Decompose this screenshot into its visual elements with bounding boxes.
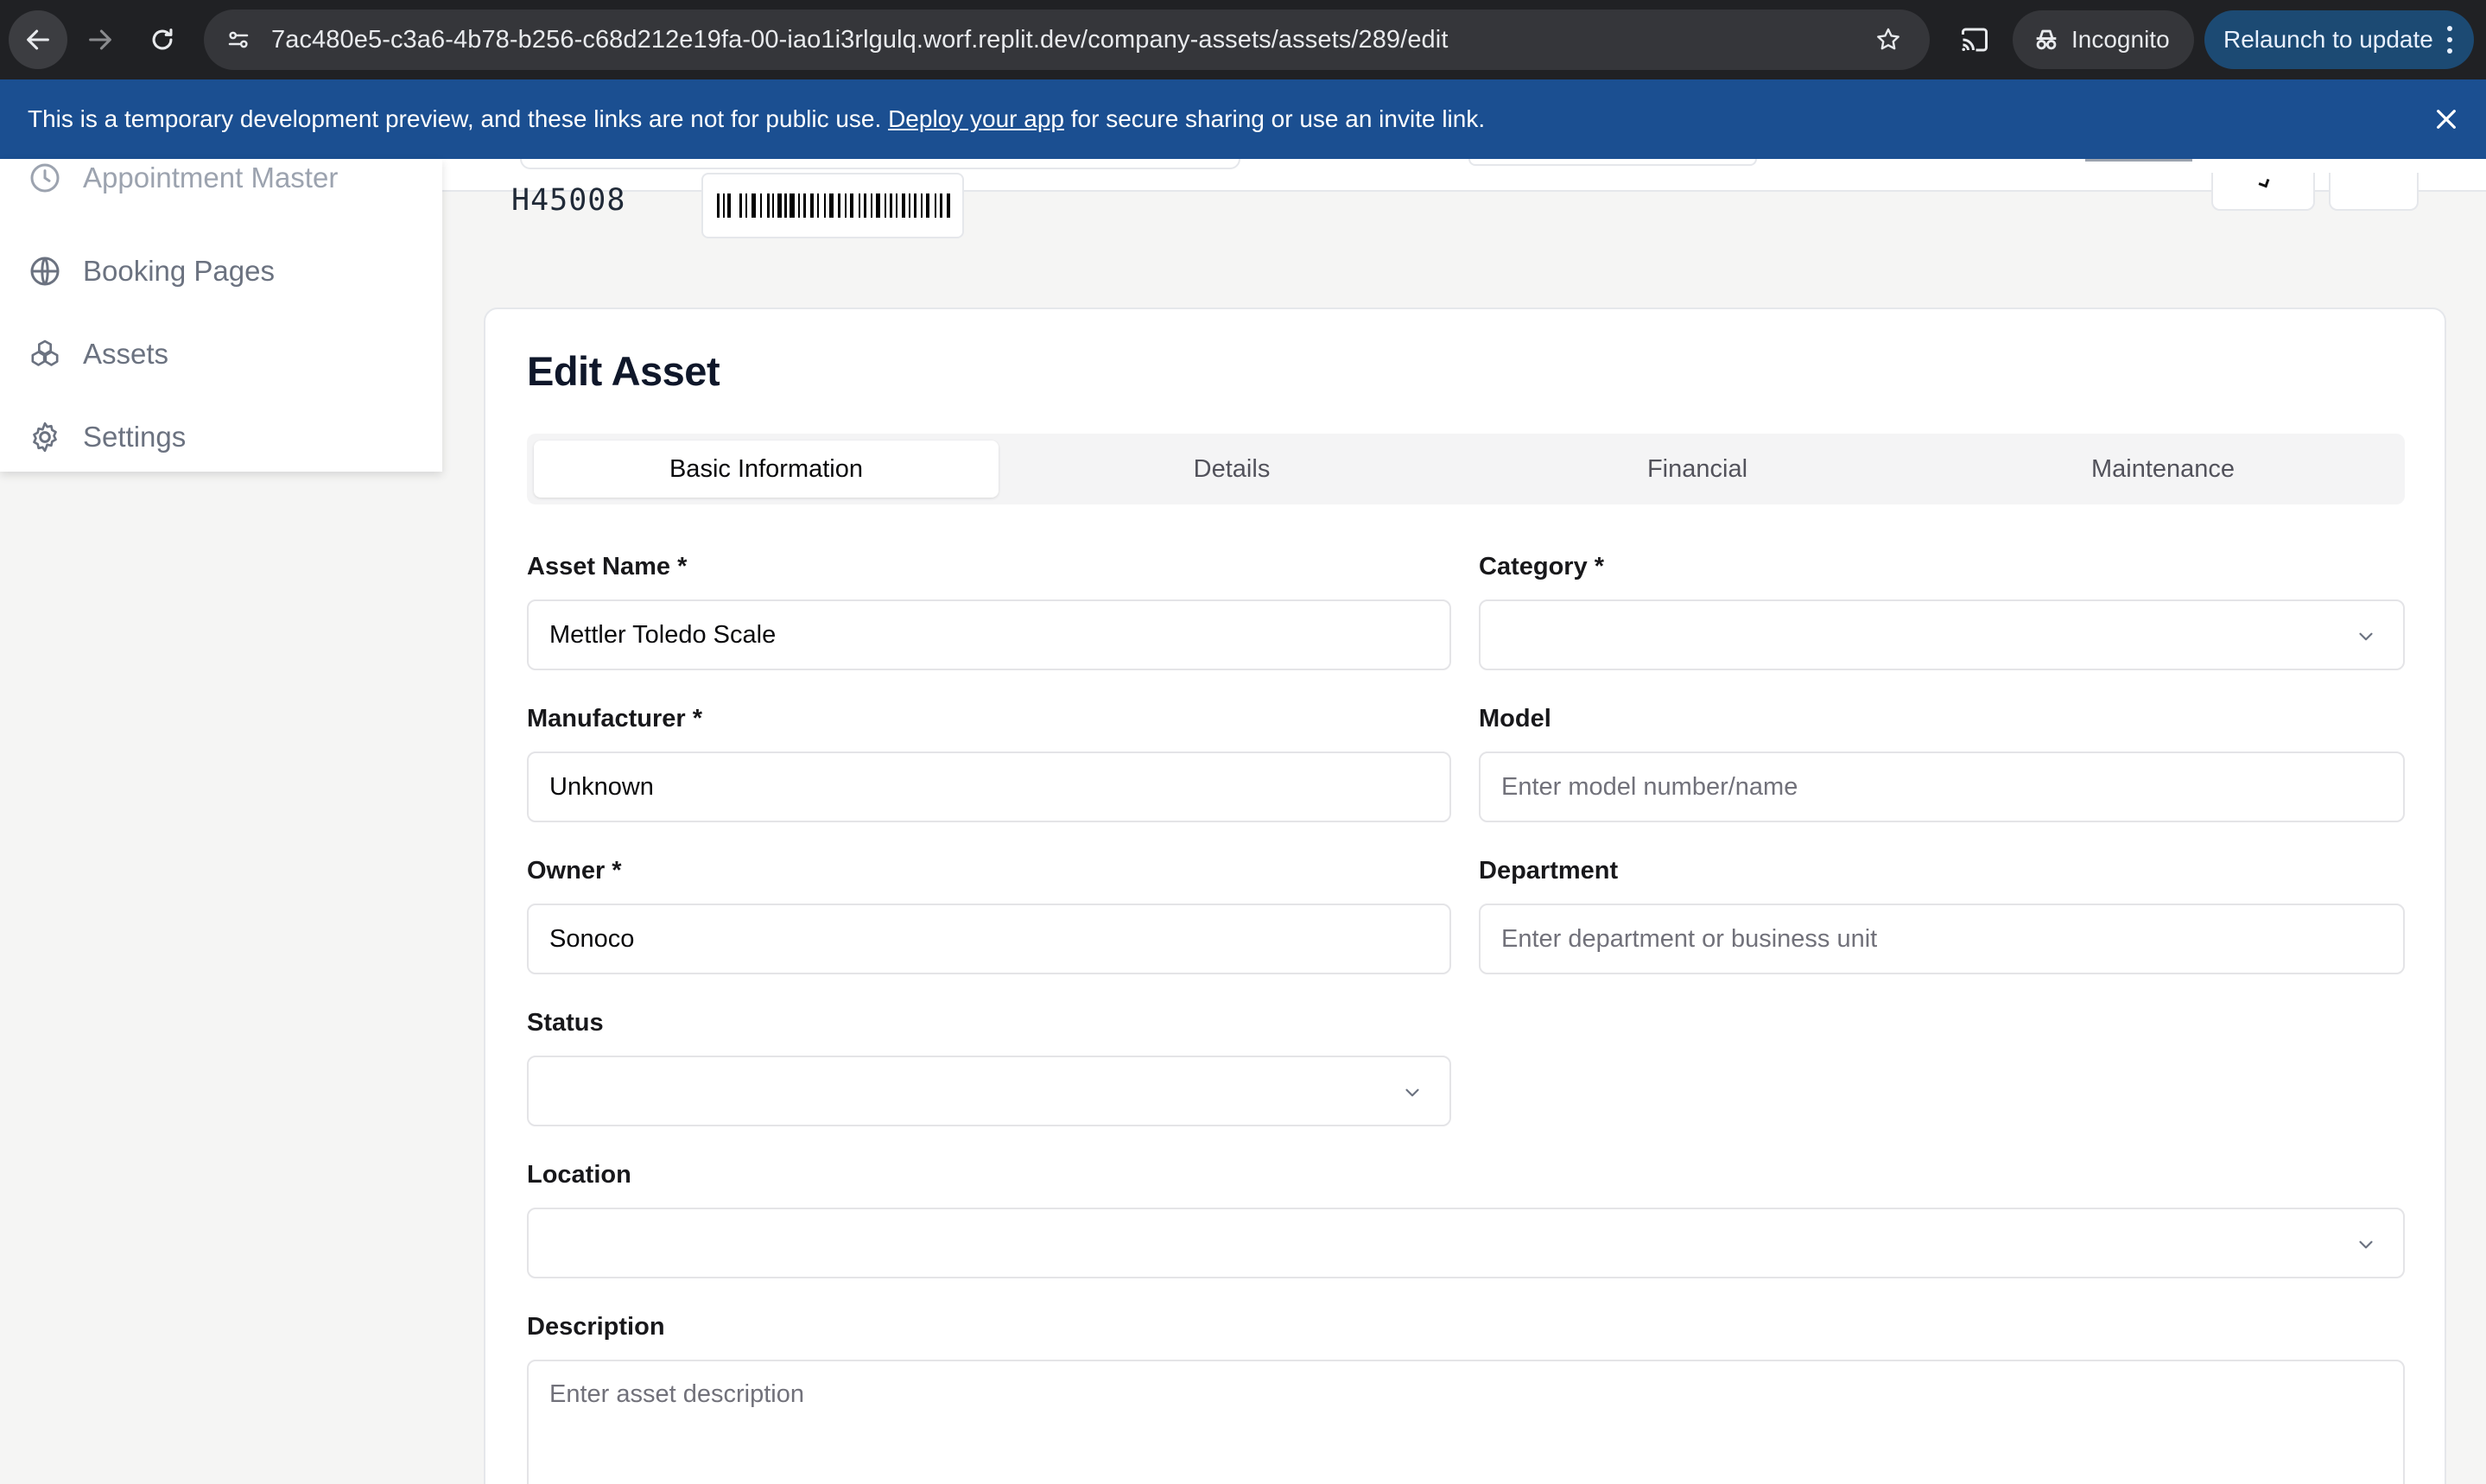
asset-id: H45008 [511,183,626,218]
tab-maintenance[interactable]: Maintenance [1931,441,2395,498]
boxes-icon [31,339,59,366]
barcode-image [717,193,950,218]
more-vert-icon[interactable] [2445,26,2455,54]
category-label: Category * [1479,553,1605,580]
header-search-box[interactable] [520,159,1240,169]
sidebar-item-label: Assets [83,338,169,370]
calendar-clock-icon [30,163,60,193]
sidebar-item-label: Appointment Master [83,162,339,193]
owner-label: Owner * [527,857,622,885]
tab-details[interactable]: Details [999,441,1464,498]
edit-asset-card: Edit Asset Basic Information Details Fin… [484,308,2446,1484]
department-input[interactable] [1479,904,2405,974]
sidebar-item-label: Settings [83,421,187,453]
globe-icon [30,257,60,286]
sidebar-item-booking-pages[interactable]: Booking Pages [0,235,442,308]
banner-text-after: for secure sharing or use an invite link… [1063,105,1486,132]
arrow-right-icon [89,29,111,50]
location-label: Location [527,1161,631,1189]
sidebar-item-appointment-master[interactable]: Appointment Master [0,159,442,214]
reload-icon [152,29,173,50]
reload-button[interactable] [133,10,192,69]
sidebar-item-assets[interactable]: Assets [0,318,442,390]
header-secondary-button[interactable] [2329,173,2419,211]
banner-text-before: This is a temporary development preview,… [28,105,889,132]
deploy-app-link[interactable]: Deploy your app [888,105,1064,132]
model-label: Model [1479,705,1551,732]
owner-input[interactable] [527,904,1451,974]
tab-basic-information[interactable]: Basic Information [534,441,999,498]
chevron-down-icon [1405,1088,1419,1097]
sidebar-item-label: Booking Pages [83,255,275,287]
status-select[interactable] [527,1056,1451,1126]
site-info-icon[interactable] [221,22,256,57]
chevron-down-icon [2359,1240,2373,1249]
sidebar: Appointment Master Booking Pages Assets … [0,159,442,472]
asset-name-label: Asset Name * [527,553,688,580]
sidebar-item-settings[interactable]: Settings [0,401,442,472]
chevron-down-icon [2359,632,2373,641]
department-label: Department [1479,857,1619,885]
asset-name-input[interactable] [527,599,1451,670]
gear-icon [33,422,57,453]
manufacturer-input[interactable] [527,752,1451,822]
close-icon[interactable] [2432,105,2460,133]
relaunch-label: Relaunch to update [2223,26,2433,53]
arrow-left-icon [27,29,49,50]
brand-logo [2085,159,2192,164]
forward-button[interactable] [71,10,130,69]
address-bar[interactable]: 7ac480e5-c3a6-4b78-b256-c68d212e19fa-00-… [204,10,1930,70]
manufacturer-label: Manufacturer * [527,705,703,732]
bookmark-star-icon[interactable] [1871,22,1906,57]
status-label: Status [527,1009,604,1037]
category-select[interactable] [1479,599,2405,670]
model-input[interactable] [1479,752,2405,822]
location-select[interactable] [527,1208,2405,1278]
header-select-box[interactable] [1468,159,1757,166]
header-action-button[interactable] [2211,173,2315,211]
form-tabs: Basic Information Details Financial Main… [527,434,2405,504]
back-button[interactable] [9,10,67,69]
asset-barcode [701,173,964,238]
incognito-label: Incognito [2071,26,2170,53]
relaunch-button[interactable]: Relaunch to update [2204,10,2474,69]
banner-text: This is a temporary development preview,… [28,79,1485,159]
cast-icon[interactable] [1954,19,1995,60]
page-title: Edit Asset [527,348,720,394]
url-text[interactable]: 7ac480e5-c3a6-4b78-b256-c68d212e19fa-00-… [271,10,1448,70]
incognito-icon [2036,29,2057,50]
description-label: Description [527,1313,665,1341]
tab-financial[interactable]: Financial [1465,441,1930,498]
incognito-indicator[interactable]: Incognito [2013,10,2194,69]
description-textarea[interactable] [527,1360,2405,1484]
dev-preview-banner: This is a temporary development preview,… [0,79,2486,159]
browser-toolbar: 7ac480e5-c3a6-4b78-b256-c68d212e19fa-00-… [0,0,2486,79]
